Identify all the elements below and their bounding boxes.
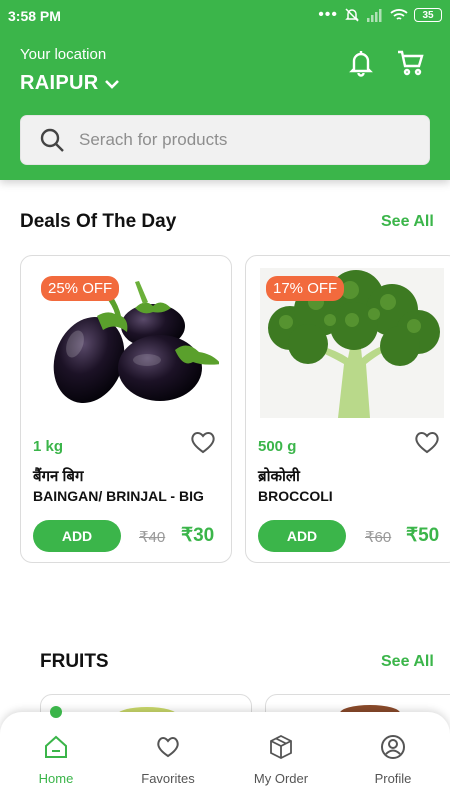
nav-label: My Order [253, 771, 309, 786]
status-time: 3:58 PM [8, 8, 61, 24]
product-name: BROCCOLI [258, 488, 333, 504]
product-name: BAINGAN/ BRINJAL - BIG [33, 488, 204, 504]
wifi-icon [390, 9, 408, 20]
favorite-heart-icon[interactable] [189, 428, 217, 456]
nav-label: Home [38, 771, 74, 786]
product-quantity: 1 kg [33, 438, 64, 455]
favorite-heart-icon[interactable] [413, 428, 441, 456]
nav-label: Favorites [141, 771, 195, 786]
bell-muted-icon [345, 8, 359, 22]
deals-title: Deals Of The Day [20, 211, 177, 232]
app-header: 3:58 PM ••• 35 Your location RAIPUR [0, 0, 450, 180]
nav-home[interactable]: Home [0, 734, 112, 788]
location-selector[interactable]: RAIPUR [20, 72, 120, 95]
fruits-see-all-link[interactable]: See All [381, 653, 434, 671]
heart-icon [157, 737, 179, 758]
fruits-title: FRUITS [40, 651, 109, 672]
product-mrp: ₹40 [139, 529, 166, 546]
cart-icon[interactable] [396, 48, 426, 78]
status-icons: ••• 35 [318, 7, 442, 23]
discount-badge: 17% OFF [266, 276, 345, 301]
nav-profile[interactable]: Profile [337, 734, 449, 788]
battery-icon: 35 [414, 8, 442, 22]
product-card[interactable]: 17% OFF 500 g ब्रोकोली BROCCOLI ADD ₹60 … [245, 255, 450, 563]
nav-favorites[interactable]: Favorites [112, 734, 224, 788]
search-input[interactable] [79, 130, 399, 150]
product-name-hindi: ब्रोकोली [258, 468, 300, 485]
add-to-cart-button[interactable]: ADD [258, 520, 346, 552]
product-price: ₹30 [181, 525, 215, 546]
search-bar[interactable] [20, 115, 430, 165]
bottom-navigation: Home Favorites My Order Profile [0, 706, 450, 800]
box-icon [270, 734, 292, 760]
status-bar: 3:58 PM ••• 35 [0, 0, 450, 32]
product-price: ₹50 [406, 525, 440, 546]
nav-label: Profile [374, 771, 412, 786]
chevron-down-icon [105, 79, 120, 89]
location-city: RAIPUR [20, 72, 99, 94]
search-icon [40, 128, 64, 152]
product-card[interactable]: 25% OFF 1 kg बैंगन बिग BAINGAN/ BRINJAL … [20, 255, 232, 563]
nav-my-order[interactable]: My Order [225, 734, 337, 788]
home-icon [45, 735, 67, 758]
product-name-hindi: बैंगन बिग [33, 468, 84, 485]
discount-badge: 25% OFF [41, 276, 120, 301]
more-dots-icon: ••• [318, 6, 338, 23]
signal-icon [367, 9, 382, 22]
product-quantity: 500 g [258, 438, 297, 455]
add-to-cart-button[interactable]: ADD [33, 520, 121, 552]
notification-bell-icon[interactable] [346, 48, 376, 78]
deals-see-all-link[interactable]: See All [381, 213, 434, 231]
active-indicator [50, 706, 62, 718]
location-label: Your location [20, 46, 107, 63]
product-mrp: ₹60 [365, 529, 392, 546]
user-icon [381, 735, 405, 759]
